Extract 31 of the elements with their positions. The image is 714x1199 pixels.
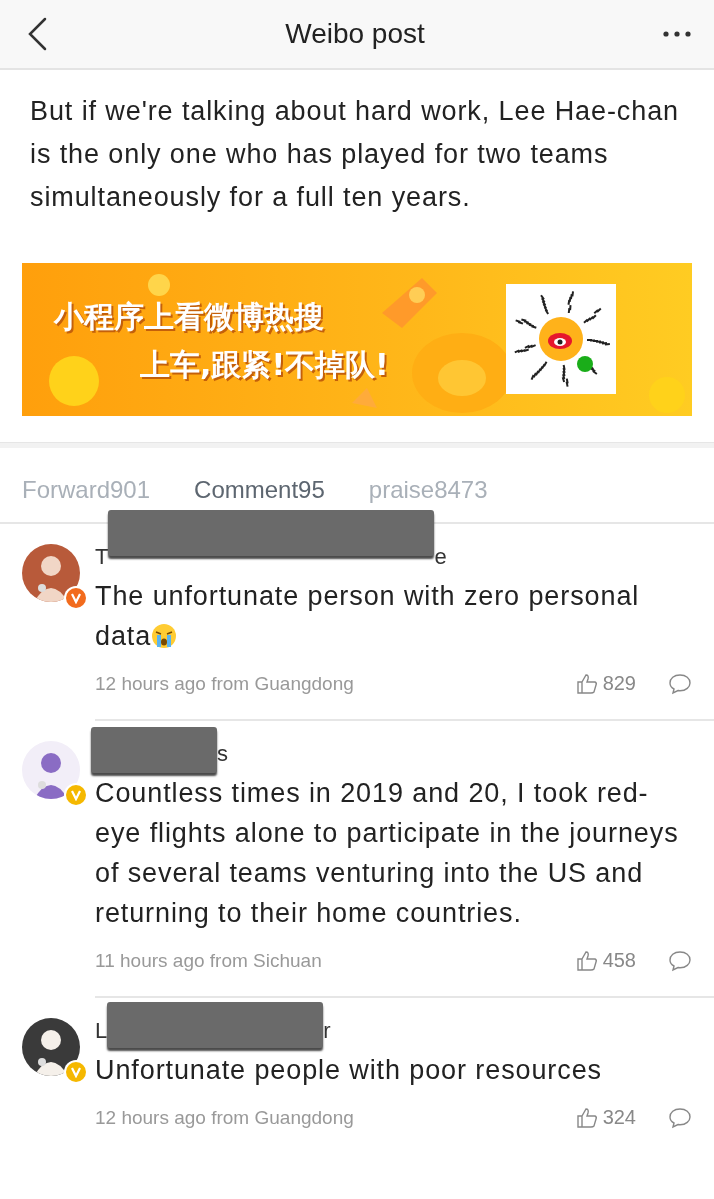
username-fragment: r: [323, 1018, 331, 1044]
comment-icon[interactable]: [668, 672, 692, 695]
like-button[interactable]: 458: [575, 949, 636, 972]
tab[interactable]: Comment95: [194, 476, 325, 504]
thumbs-up-icon: [575, 672, 598, 695]
back-button[interactable]: [26, 17, 48, 51]
comment-icon[interactable]: [668, 949, 692, 972]
comment-text: Unfortunate people with poor resources: [95, 1054, 603, 1087]
username-fragment: s: [217, 741, 228, 767]
tab[interactable]: Forward901: [22, 476, 151, 504]
window-title: Weibo post: [285, 18, 425, 50]
like-button[interactable]: 324: [575, 1106, 636, 1129]
comment-meta: 11 hours ago from Sichuan: [95, 949, 323, 972]
like-button[interactable]: 829: [575, 672, 636, 695]
post-text: But if we're talking about hard work, Lee Hae-chan is the only one who has played for two teams simultaneously for a full ten years.: [30, 95, 680, 214]
thumbs-up-icon: [575, 1106, 598, 1129]
banner-subline: 上车,跟紧!不掉队!: [140, 346, 389, 384]
comment-text: Countless times in 2019 and 20, I took red-eye flights alone to participate in the journeys of several teams venturing into the US and returning to their home countries.: [95, 777, 680, 930]
comment-text: The unfortunate person with zero personal data: [95, 580, 641, 653]
more-button[interactable]: [662, 30, 692, 38]
comment-icon[interactable]: [668, 1106, 692, 1129]
username-fragment: T: [95, 544, 109, 570]
comment-meta: 12 hours ago from Guangdong: [95, 672, 355, 695]
tab[interactable]: praise8473: [368, 476, 488, 504]
comment-meta: 12 hours ago from Guangdong: [95, 1106, 355, 1129]
banner-headline: 小程序上看微博热搜: [54, 298, 325, 336]
username-fragment: L: [95, 1018, 108, 1044]
qr-code-icon: [506, 284, 616, 394]
username-fragment: e: [434, 544, 447, 570]
promo-banner[interactable]: 小程序上看微博热搜 上车,跟紧!不掉队!: [22, 263, 692, 416]
thumbs-up-icon: [575, 949, 598, 972]
